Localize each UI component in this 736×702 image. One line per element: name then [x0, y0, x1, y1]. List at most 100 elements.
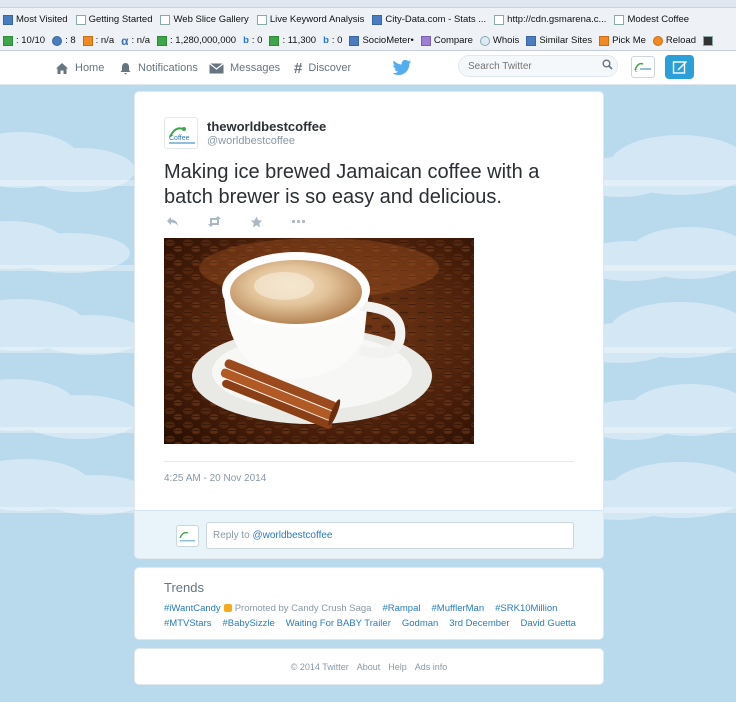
trend-item[interactable]: #BabySizzle — [223, 618, 275, 629]
bookmark-city-data[interactable]: City-Data.com - Stats ... — [372, 14, 486, 25]
stats-icon — [82, 35, 93, 46]
twitter-bird-icon[interactable] — [392, 59, 412, 77]
trend-item[interactable]: 3rd December — [449, 618, 509, 629]
page-icon — [75, 14, 86, 25]
bookmark-modest-coffee[interactable]: Modest Coffee — [614, 14, 689, 25]
nav-notifications[interactable]: Notifications — [119, 51, 198, 85]
bing-links-icon: b — [323, 35, 329, 46]
more-options-icon[interactable] — [291, 216, 306, 231]
bookmark-most-visited[interactable]: Most Visited — [3, 14, 68, 25]
avatar[interactable]: Coffee — [164, 117, 198, 149]
page-icon — [614, 14, 625, 25]
addon-sociometer[interactable]: SocioMeter• — [349, 35, 414, 46]
promoted-icon — [223, 604, 232, 612]
google-links-icon — [269, 35, 280, 46]
bookmark-getting-started[interactable]: Getting Started — [75, 14, 152, 25]
search-input[interactable] — [458, 55, 618, 77]
divider — [164, 461, 574, 462]
envelope-icon — [209, 62, 224, 73]
trends-row: #iWantCandy Promoted by Candy Crush Saga … — [164, 603, 557, 614]
addon-reload[interactable]: Reload — [652, 35, 696, 46]
trend-item[interactable]: #SRK10Million — [495, 603, 557, 614]
coffee-logo-icon — [179, 531, 195, 542]
browser-tab-strip — [0, 0, 736, 8]
page-icon — [494, 14, 505, 25]
addon-more[interactable] — [703, 35, 714, 46]
compare-icon — [420, 35, 431, 46]
promoted-label: Promoted by Candy Crush Saga — [234, 603, 372, 614]
addon-compare[interactable]: Compare — [420, 35, 473, 46]
coffee-logo-icon: Coffee — [169, 127, 195, 144]
home-icon — [56, 62, 68, 74]
trend-item[interactable]: #MTVStars — [164, 618, 212, 629]
nav-home[interactable]: Home — [55, 51, 104, 85]
similar-sites-icon — [526, 35, 537, 46]
addon-google-index[interactable]: : 1,280,000,000 — [157, 35, 236, 46]
info-icon — [52, 35, 63, 46]
site-icon — [372, 14, 383, 25]
tweet-photo[interactable] — [164, 238, 474, 444]
footer-link-ads-info[interactable]: Ads info — [415, 662, 448, 672]
trends-title: Trends — [164, 580, 204, 595]
addon-bing[interactable]: b: 0 — [243, 35, 262, 46]
reply-icon[interactable] — [166, 216, 179, 231]
addon-google-pr[interactable]: : 10/10 — [3, 35, 45, 46]
footer-link-about[interactable]: About — [357, 662, 381, 672]
trends-row: #MTVStars #BabySizzle Waiting For BABY T… — [164, 618, 576, 629]
addon-stats[interactable]: : n/a — [82, 35, 114, 46]
footer-link-help[interactable]: Help — [388, 662, 407, 672]
addon-whois[interactable]: Whois — [479, 35, 519, 46]
bell-icon — [120, 62, 131, 74]
svg-text:c: c — [635, 68, 638, 74]
trend-item[interactable]: #Rampal — [382, 603, 420, 614]
coffee-logo-icon: c — [634, 62, 651, 74]
trend-item[interactable]: David Guetta — [521, 618, 576, 629]
compose-tweet-button[interactable] — [665, 55, 694, 79]
google-pr-icon — [3, 35, 13, 46]
whois-icon — [479, 35, 490, 46]
trends-module: Trends #iWantCandy Promoted by Candy Crus… — [134, 567, 604, 640]
bookmark-gsmarena[interactable]: http://cdn.gsmarena.c... — [494, 14, 606, 25]
trend-item[interactable]: Godman — [402, 618, 438, 629]
footer-module: © 2014 Twitter About Help Ads info — [134, 648, 604, 685]
retweet-icon[interactable] — [207, 216, 222, 231]
reload-icon — [652, 35, 663, 46]
bing-icon: b — [243, 35, 249, 46]
tweet-author-handle[interactable]: @worldbestcoffee — [207, 135, 295, 147]
seo-addon-toolbar: : 10/10 : 8 : n/a α: n/a : 1,280,000,000… — [0, 31, 736, 51]
avatar[interactable]: c — [631, 56, 655, 78]
addon-alexa[interactable]: α: n/a — [121, 34, 150, 48]
tweet-author-name[interactable]: theworldbestcoffee — [207, 119, 326, 134]
page-icon — [160, 14, 171, 25]
avatar — [176, 525, 199, 547]
svg-text:Coffee: Coffee — [169, 135, 190, 142]
tweet-text: Making ice brewed Jamaican coffee with a… — [164, 161, 540, 208]
search-icon[interactable] — [602, 59, 613, 73]
tweet-permalink-card: Coffee theworldbestcoffee @worldbestcoff… — [134, 91, 604, 559]
footer-copyright: © 2014 Twitter — [290, 662, 349, 672]
reply-section: Reply to @worldbestcoffee — [135, 510, 603, 558]
addon-similar-sites[interactable]: Similar Sites — [526, 35, 592, 46]
hashtag-icon: # — [294, 59, 303, 77]
footer-links: © 2014 Twitter About Help Ads info — [135, 662, 603, 672]
page-icon — [256, 14, 267, 25]
reply-input[interactable]: Reply to @worldbestcoffee — [206, 522, 574, 549]
bookmark-live-keyword-analysis[interactable]: Live Keyword Analysis — [256, 14, 364, 25]
reply-handle: @worldbestcoffee — [252, 530, 333, 541]
bookmarks-toolbar: Most Visited Getting Started Web Slice G… — [0, 8, 736, 31]
favorite-star-icon[interactable] — [250, 216, 263, 231]
nav-messages[interactable]: Messages — [209, 51, 280, 85]
trend-item[interactable]: Waiting For BABY Trailer — [286, 618, 391, 629]
trend-item[interactable]: #iWantCandy Promoted by Candy Crush Saga — [164, 603, 371, 614]
bookmark-web-slice-gallery[interactable]: Web Slice Gallery — [160, 14, 249, 25]
addon-bing-links[interactable]: b: 0 — [323, 35, 342, 46]
addon-pick-me[interactable]: Pick Me — [599, 35, 646, 46]
tweet-timestamp[interactable]: 4:25 AM - 20 Nov 2014 — [164, 473, 266, 484]
compose-icon — [672, 61, 687, 74]
addon-info[interactable]: : 8 — [52, 35, 76, 46]
pick-me-icon — [599, 35, 610, 46]
nav-discover[interactable]: # Discover — [294, 51, 351, 85]
addon-google-links[interactable]: : 11,300 — [269, 35, 316, 46]
twitter-top-nav: Home Notifications Messages # Discover — [0, 51, 736, 85]
trend-item[interactable]: #MufflerMan — [432, 603, 485, 614]
